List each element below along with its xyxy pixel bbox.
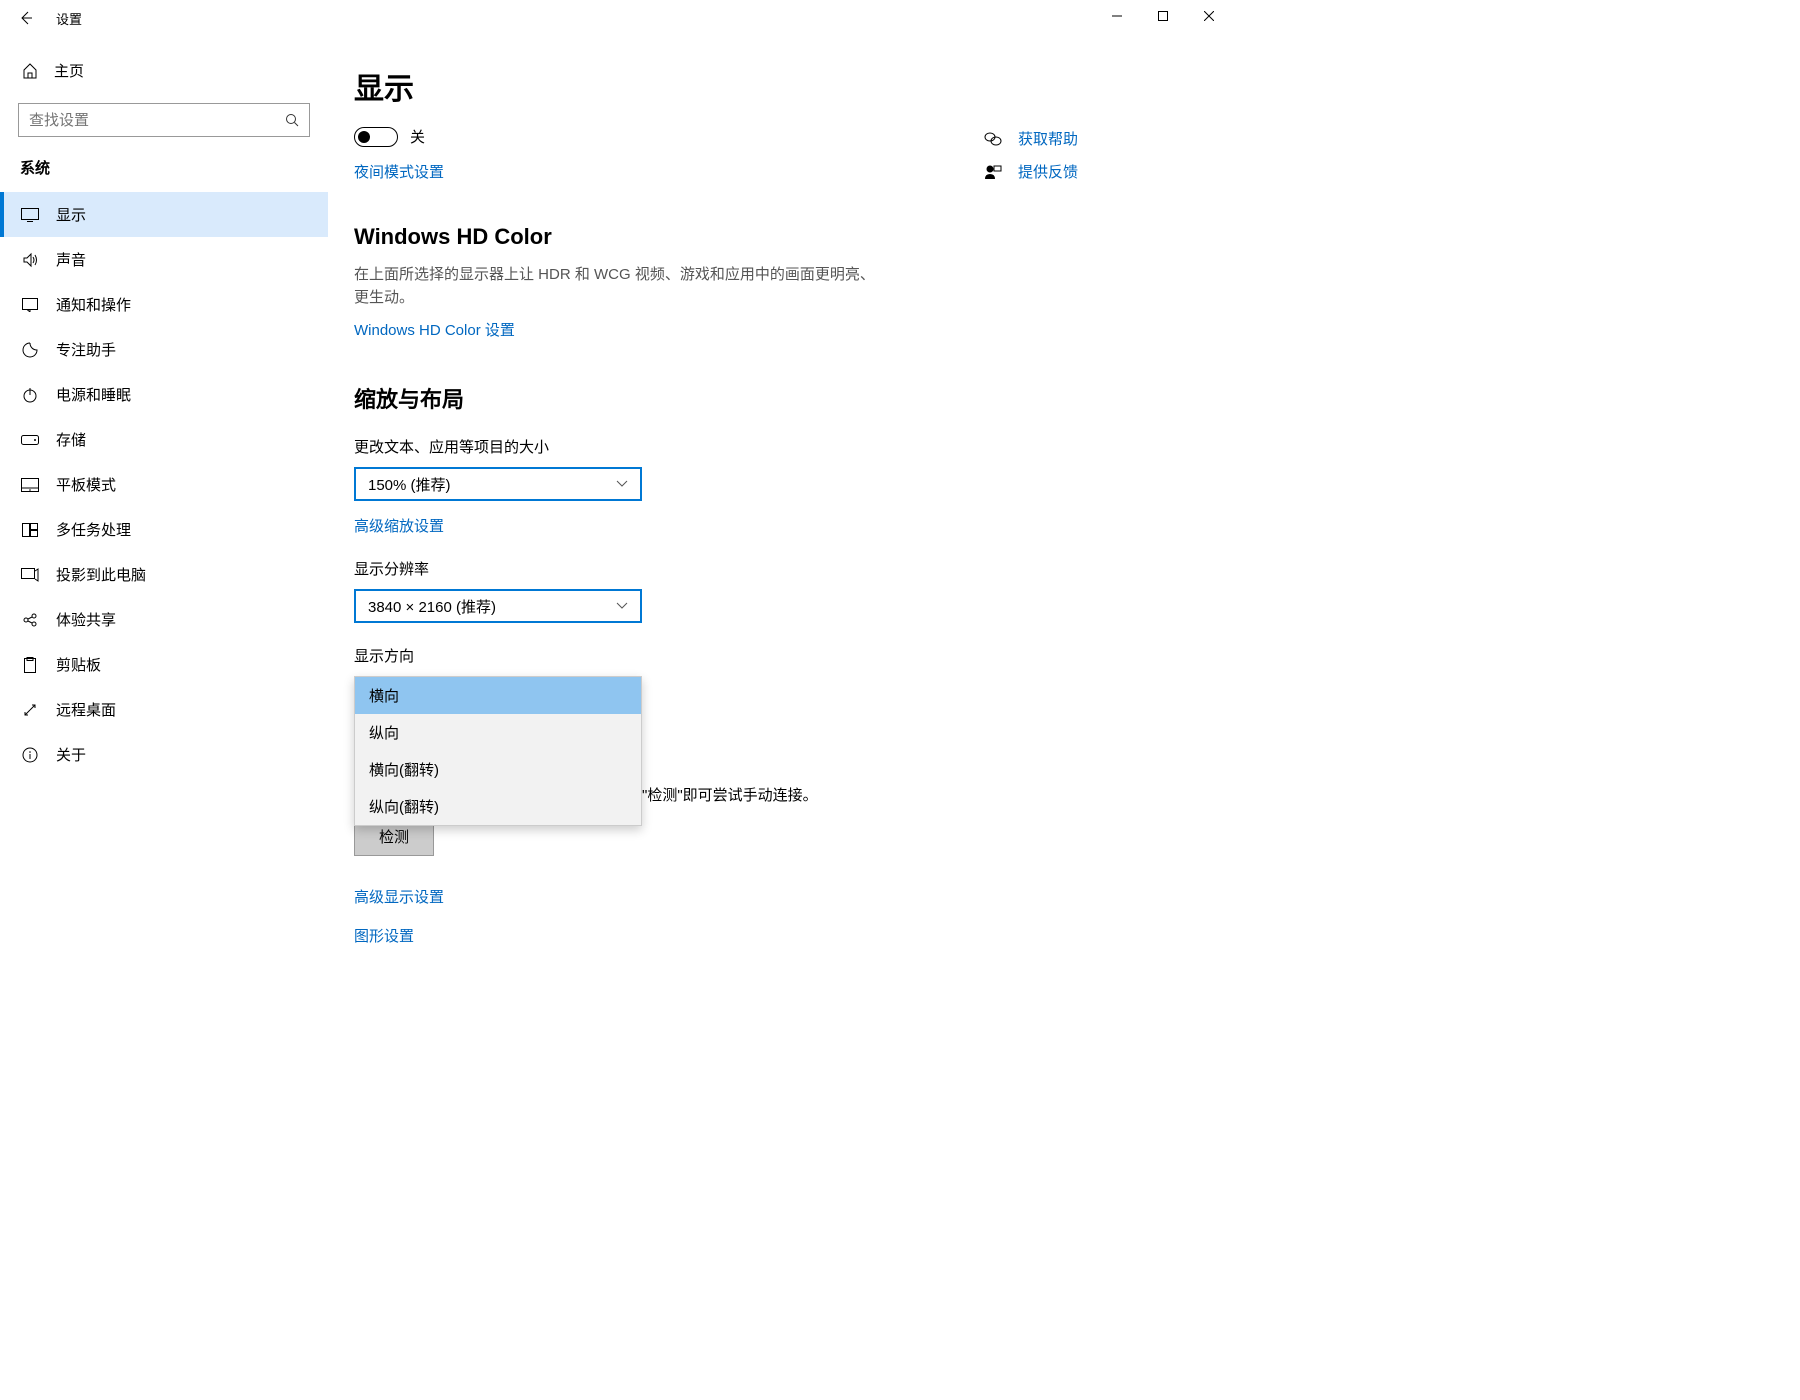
feedback-icon: [984, 164, 1004, 180]
chevron-down-icon: [616, 480, 628, 488]
resolution-value: 3840 × 2160 (推荐): [368, 596, 496, 617]
display-icon: [20, 208, 40, 222]
maximize-icon: [1158, 11, 1168, 21]
chevron-down-icon: [616, 602, 628, 610]
focus-icon: [20, 342, 40, 358]
close-icon: [1204, 11, 1214, 21]
search-input[interactable]: [18, 103, 310, 137]
remote-icon: [20, 702, 40, 718]
sidebar-item-label: 剪贴板: [56, 654, 101, 675]
about-icon: [20, 747, 40, 763]
advanced-display-link[interactable]: 高级显示设置: [354, 886, 944, 907]
section-title: 系统: [0, 157, 328, 192]
hdcolor-description: 在上面所选择的显示器上让 HDR 和 WCG 视频、游戏和应用中的画面更明亮、更…: [354, 264, 884, 309]
orientation-dropdown-menu: 横向 纵向 横向(翻转) 纵向(翻转): [354, 676, 642, 826]
sidebar-item-focus[interactable]: 专注助手: [0, 327, 328, 372]
home-label: 主页: [54, 60, 84, 81]
orientation-option-landscape-flipped[interactable]: 横向(翻转): [355, 751, 641, 788]
sound-icon: [20, 252, 40, 268]
sidebar-item-tablet[interactable]: 平板模式: [0, 462, 328, 507]
graphics-settings-link[interactable]: 图形设置: [354, 925, 944, 946]
sidebar-item-label: 平板模式: [56, 474, 116, 495]
sidebar-item-shared[interactable]: 体验共享: [0, 597, 328, 642]
advanced-scale-link[interactable]: 高级缩放设置: [354, 515, 444, 536]
orientation-option-landscape[interactable]: 横向: [355, 677, 641, 714]
titlebar: 设置: [0, 0, 1232, 36]
sidebar-item-label: 存储: [56, 429, 86, 450]
get-help-label: 获取帮助: [1018, 128, 1078, 149]
back-button[interactable]: [12, 4, 40, 32]
sidebar-item-label: 显示: [56, 204, 86, 225]
sidebar-item-label: 关于: [56, 744, 86, 765]
sidebar: 主页 系统 显示 声音 通知和操作 专注助手 电源和睡眠: [0, 36, 328, 958]
sidebar-item-label: 专注助手: [56, 339, 116, 360]
sidebar-item-label: 投影到此电脑: [56, 564, 146, 585]
sidebar-item-label: 通知和操作: [56, 294, 131, 315]
shared-icon: [20, 612, 40, 628]
sidebar-item-label: 声音: [56, 249, 86, 270]
clipboard-icon: [20, 657, 40, 673]
multitask-icon: [20, 523, 40, 537]
sidebar-item-notifications[interactable]: 通知和操作: [0, 282, 328, 327]
orientation-option-portrait[interactable]: 纵向: [355, 714, 641, 751]
toggle-state-label: 关: [410, 126, 425, 147]
storage-icon: [20, 435, 40, 445]
tablet-icon: [20, 478, 40, 492]
feedback-label: 提供反馈: [1018, 161, 1078, 182]
toggle-knob: [358, 131, 370, 143]
sidebar-item-storage[interactable]: 存储: [0, 417, 328, 462]
orientation-option-portrait-flipped[interactable]: 纵向(翻转): [355, 788, 641, 825]
resolution-label: 显示分辨率: [354, 558, 944, 579]
home-icon: [20, 63, 40, 79]
sidebar-item-sound[interactable]: 声音: [0, 237, 328, 282]
sidebar-item-power[interactable]: 电源和睡眠: [0, 372, 328, 417]
sidebar-item-label: 多任务处理: [56, 519, 131, 540]
scale-dropdown[interactable]: 150% (推荐): [354, 467, 642, 501]
window-controls: [1094, 0, 1232, 32]
search-field[interactable]: [29, 112, 285, 129]
minimize-button[interactable]: [1094, 0, 1140, 32]
minimize-icon: [1112, 11, 1122, 21]
project-icon: [20, 568, 40, 582]
sidebar-item-project[interactable]: 投影到此电脑: [0, 552, 328, 597]
feedback-link[interactable]: 提供反馈: [984, 161, 1078, 182]
hdcolor-settings-link[interactable]: Windows HD Color 设置: [354, 319, 515, 340]
sidebar-item-display[interactable]: 显示: [0, 192, 328, 237]
sidebar-item-label: 电源和睡眠: [56, 384, 131, 405]
page-title: 显示: [354, 64, 944, 108]
night-mode-toggle[interactable]: [354, 127, 398, 147]
home-link[interactable]: 主页: [0, 52, 328, 89]
sidebar-item-remote[interactable]: 远程桌面: [0, 687, 328, 732]
close-button[interactable]: [1186, 0, 1232, 32]
sidebar-item-multitask[interactable]: 多任务处理: [0, 507, 328, 552]
orientation-label: 显示方向: [354, 645, 944, 666]
notifications-icon: [20, 298, 40, 312]
app-title: 设置: [56, 9, 82, 28]
scale-heading: 缩放与布局: [354, 382, 944, 414]
maximize-button[interactable]: [1140, 0, 1186, 32]
hdcolor-heading: Windows HD Color: [354, 224, 944, 250]
sidebar-item-label: 体验共享: [56, 609, 116, 630]
side-panel: 获取帮助 提供反馈: [984, 64, 1078, 958]
get-help-link[interactable]: 获取帮助: [984, 128, 1078, 149]
main-content: 显示 关 夜间模式设置 Windows HD Color 在上面所选择的显示器上…: [328, 36, 1232, 958]
arrow-left-icon: [18, 10, 34, 26]
scale-value: 150% (推荐): [368, 474, 451, 495]
search-icon: [285, 113, 299, 127]
power-icon: [20, 387, 40, 403]
night-mode-settings-link[interactable]: 夜间模式设置: [354, 161, 444, 182]
sidebar-item-clipboard[interactable]: 剪贴板: [0, 642, 328, 687]
sidebar-item-label: 远程桌面: [56, 699, 116, 720]
resolution-dropdown[interactable]: 3840 × 2160 (推荐): [354, 589, 642, 623]
help-icon: [984, 131, 1004, 147]
sidebar-item-about[interactable]: 关于: [0, 732, 328, 777]
scale-label: 更改文本、应用等项目的大小: [354, 436, 944, 457]
